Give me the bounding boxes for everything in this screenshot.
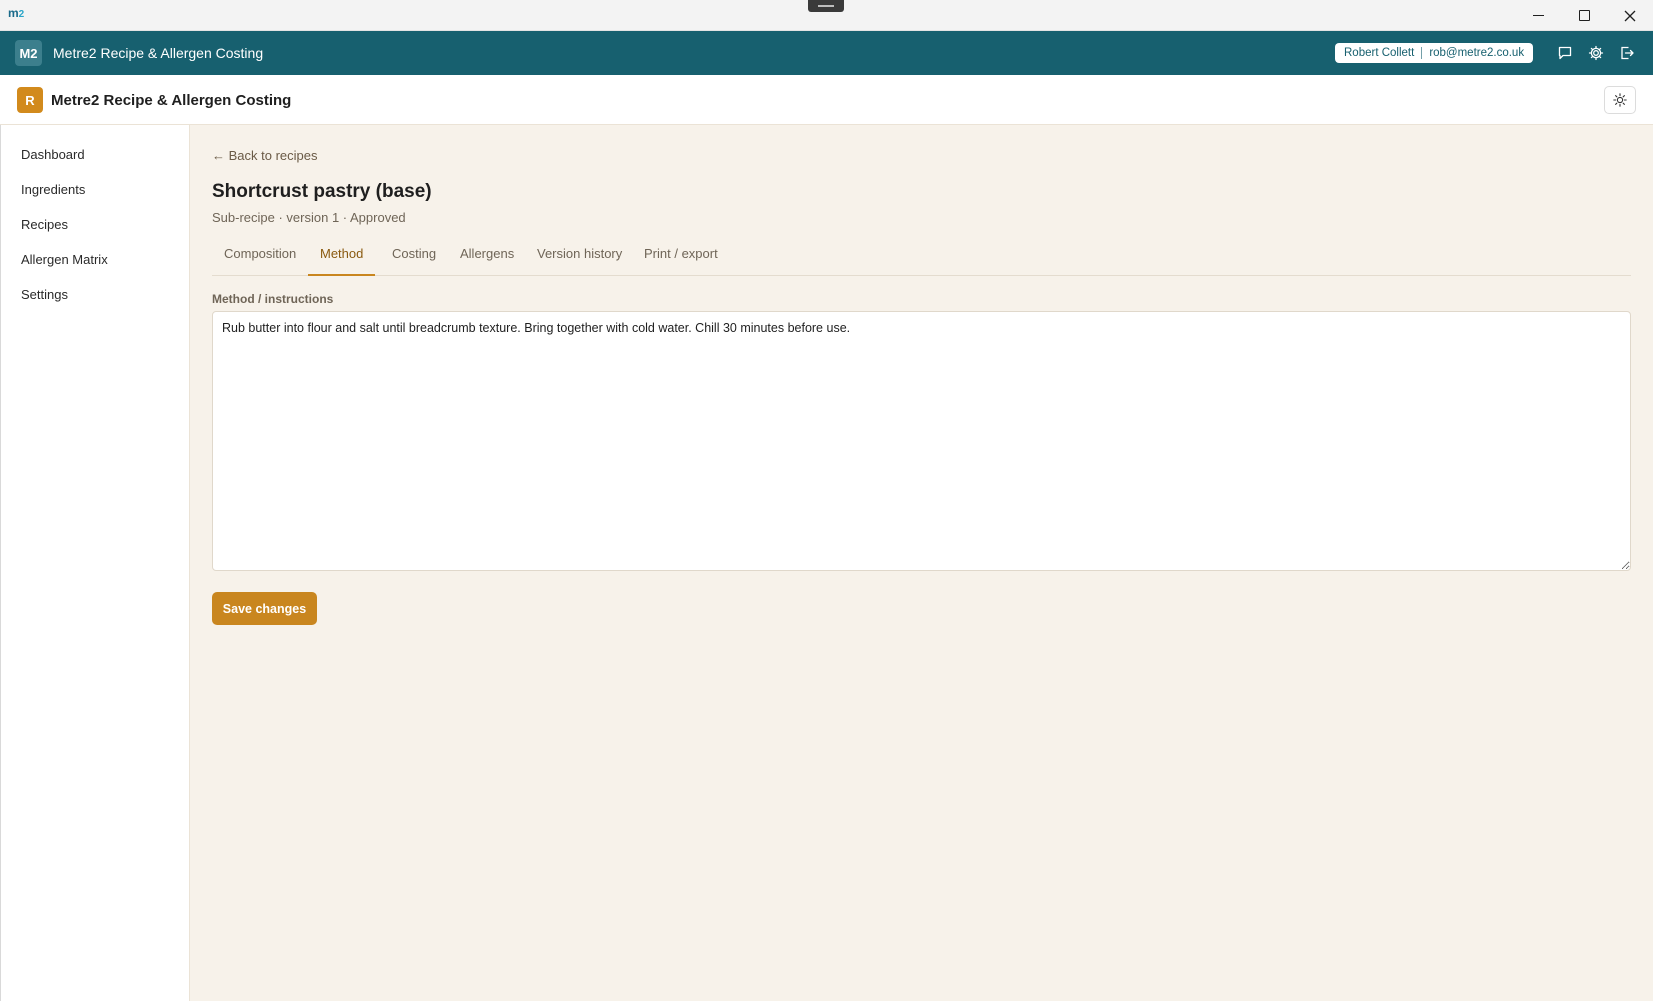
page-subtitle: Sub-recipe · version 1 · Approved [212,210,406,225]
sidebar-item-ingredients[interactable]: Ingredients [21,182,85,197]
tab-allergens[interactable]: Allergens [448,243,526,276]
user-name: Robert Collett [1344,47,1415,59]
tab-composition[interactable]: Composition [212,243,308,276]
gear-icon [1588,45,1604,61]
theme-toggle-button[interactable] [1604,86,1636,114]
sidebar-item-settings[interactable]: Settings [21,287,68,302]
close-icon [1624,10,1636,21]
minimize-icon [1532,15,1544,16]
settings-button[interactable] [1586,43,1606,63]
logout-button[interactable] [1617,43,1637,63]
method-textarea[interactable]: Rub butter into flour and salt until bre… [212,311,1631,571]
app-header: M2 Metre2 Recipe & Allergen Costing Robe… [0,31,1653,75]
chat-button[interactable] [1555,43,1575,63]
recipe-tabs: Composition Method Costing Allergens Ver… [212,243,1631,276]
back-to-recipes-link[interactable]: ← Back to recipes [212,148,318,163]
user-pill[interactable]: Robert Collett rob@metre2.co.uk [1335,43,1534,63]
page-title: Shortcrust pastry (base) [212,181,432,202]
close-button[interactable] [1607,0,1653,31]
minimize-button[interactable] [1515,0,1561,31]
tab-print-export[interactable]: Print / export [632,243,730,276]
method-label: Method / instructions [212,292,334,306]
app-title: Metre2 Recipe & Allergen Costing [53,45,264,61]
logout-icon [1621,46,1634,60]
drag-handle[interactable] [808,0,844,12]
sidebar-item-recipes[interactable]: Recipes [21,217,68,232]
user-email: rob@metre2.co.uk [1429,47,1525,59]
sidebar: Dashboard Ingredients Recipes Allergen M… [0,125,190,1001]
maximize-button[interactable] [1561,0,1607,31]
sub-header-title: Metre2 Recipe & Allergen Costing [51,92,292,109]
save-changes-button[interactable]: Save changes [212,592,317,625]
window-logo: m2 [8,6,25,20]
divider [1421,47,1423,59]
app-badge: M2 [15,40,42,66]
org-badge: R [17,87,43,113]
window-title-bar: m2 [0,0,1653,31]
tab-costing[interactable]: Costing [380,243,448,276]
main-content: ← Back to recipes Shortcrust pastry (bas… [190,125,1653,1001]
tab-method[interactable]: Method [308,243,376,276]
sidebar-item-allergen-matrix[interactable]: Allergen Matrix [21,252,108,267]
sun-icon [1613,93,1627,107]
tab-version-history[interactable]: Version history [525,243,634,276]
sub-header: R Metre2 Recipe & Allergen Costing [0,75,1653,125]
sidebar-item-dashboard[interactable]: Dashboard [21,147,85,162]
maximize-icon [1578,10,1590,21]
chat-icon [1558,46,1572,60]
